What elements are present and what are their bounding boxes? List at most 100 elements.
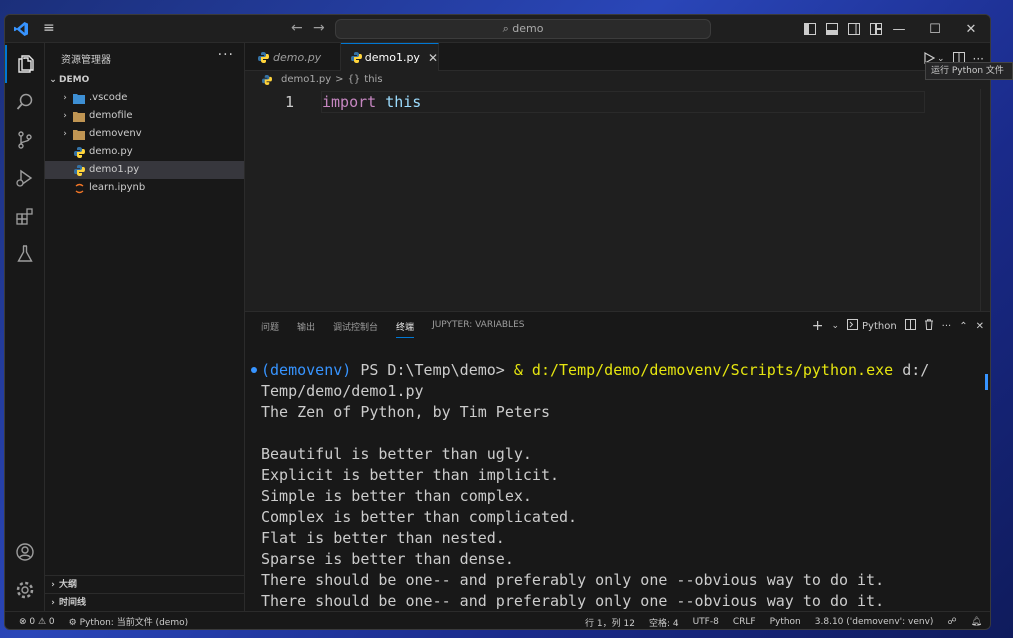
chevron-right-icon: ›	[51, 597, 55, 608]
terminal-line: There should be one-- and preferably onl…	[261, 592, 885, 610]
run-config-label: Python: 当前文件 (demo)	[79, 618, 189, 628]
trash-icon[interactable]	[924, 319, 934, 333]
vscode-folder-icon	[71, 91, 87, 105]
tree-item-demovenv[interactable]: › demovenv	[45, 125, 244, 143]
encoding[interactable]: UTF-8	[693, 617, 719, 627]
terminal-line: Beautiful is better than ugly.	[261, 445, 532, 463]
toggle-panel-icon[interactable]	[823, 20, 841, 38]
cursor-position[interactable]: 行 1，列 12	[585, 616, 635, 629]
close-panel-icon[interactable]: ✕	[976, 321, 984, 332]
terminal-output[interactable]: (demovenv) PS D:\Temp\demo> & d:/Temp/de…	[261, 360, 981, 612]
chevron-right-icon: ›	[63, 111, 67, 121]
terminal-amp: &	[513, 361, 523, 379]
panel-more-icon[interactable]: ···	[942, 321, 952, 332]
nav-forward-icon[interactable]: →	[313, 20, 325, 36]
maximize-panel-icon[interactable]: ⌃	[959, 321, 967, 332]
terminal-exe-path: d:/Temp/demo/demovenv/Scripts/python.exe	[522, 361, 894, 379]
panel-actions: + ⌄ Python ··· ⌃ ✕	[812, 318, 984, 334]
python-file-icon	[351, 51, 363, 65]
sidebar-more-button[interactable]: ···	[218, 47, 234, 63]
chevron-down-icon[interactable]: ⌄	[831, 321, 839, 331]
vscode-logo-icon	[14, 22, 28, 36]
menu-icon[interactable]: ≡	[43, 21, 57, 35]
gear-icon	[16, 581, 34, 599]
timeline-label: 时间线	[59, 597, 87, 608]
tab-output[interactable]: 输出	[297, 320, 315, 338]
editor-tabs: demo.py demo1.py ✕ ⌄ ···	[245, 43, 990, 71]
tree-item-label: demo1.py	[89, 164, 140, 175]
terminal-line: There should be one-- and preferably onl…	[261, 571, 885, 589]
close-window-button[interactable]: ✕	[953, 15, 989, 43]
maximize-button[interactable]: ☐	[917, 15, 953, 43]
python-file-icon	[71, 145, 87, 159]
run-config[interactable]: ⚙ Python: 当前文件 (demo)	[69, 615, 188, 628]
explorer-activity[interactable]	[5, 45, 45, 83]
minimize-button[interactable]: —	[881, 15, 917, 43]
tree-item-demo-py[interactable]: demo.py	[45, 143, 244, 161]
language-mode[interactable]: Python	[770, 617, 801, 627]
split-terminal-icon[interactable]	[904, 319, 916, 333]
tab-debug-console[interactable]: 调试控制台	[333, 320, 378, 338]
tab-demo-py[interactable]: demo.py	[245, 43, 341, 71]
indentation[interactable]: 空格: 4	[649, 616, 679, 629]
editor-scrollbar[interactable]	[980, 89, 981, 311]
tree-item-label: demovenv	[89, 128, 142, 139]
accounts-activity[interactable]	[5, 533, 45, 571]
python-file-icon	[71, 163, 87, 177]
code-line[interactable]: import this	[322, 93, 421, 111]
line-ending[interactable]: CRLF	[733, 617, 756, 627]
terminal-arg-line1: d:/	[893, 361, 930, 379]
symbol-module-icon: {}	[347, 74, 361, 85]
search-activity[interactable]	[5, 83, 45, 121]
nav-back-icon[interactable]: ←	[291, 20, 303, 36]
outline-section[interactable]: › 大纲	[45, 575, 244, 593]
terminal-profile[interactable]: Python	[862, 321, 897, 332]
terminal-line: The Zen of Python, by Tim Peters	[261, 403, 550, 421]
keyword-import: import	[322, 93, 377, 111]
run-debug-activity[interactable]	[5, 159, 45, 197]
tree-item-label: .vscode	[89, 92, 128, 103]
terminal-venv: (demovenv)	[261, 361, 352, 379]
close-icon[interactable]: ✕	[428, 51, 438, 65]
new-terminal-icon[interactable]: +	[812, 318, 824, 334]
feedback-icon[interactable]: ☍	[947, 617, 956, 627]
tree-item-learn-ipynb[interactable]: learn.ipynb	[45, 179, 244, 197]
breadcrumb-symbol[interactable]: this	[364, 71, 382, 89]
terminal-scrollbar[interactable]	[985, 374, 988, 390]
tab-problems[interactable]: 问题	[261, 320, 279, 338]
toggle-secondary-sidebar-icon[interactable]	[845, 20, 863, 38]
search-icon	[16, 93, 33, 110]
tree-item-demo1-py[interactable]: demo1.py	[45, 161, 244, 179]
tree-item-vscode[interactable]: › .vscode	[45, 89, 244, 107]
toggle-sidebar-icon[interactable]	[801, 20, 819, 38]
python-file-icon	[259, 73, 275, 87]
notebook-file-icon	[71, 181, 87, 195]
workspace-root[interactable]: ⌄ DEMO	[45, 71, 244, 89]
bell-icon[interactable]: 🔔︎	[971, 617, 982, 627]
chevron-right-icon: ›	[51, 579, 55, 590]
tab-terminal[interactable]: 终端	[396, 320, 415, 338]
tree-item-demofile[interactable]: › demofile	[45, 107, 244, 125]
terminal-line: Explicit is better than implicit.	[261, 466, 560, 484]
explorer-sidebar: 资源管理器 ··· ⌄ DEMO › .vscode › demofile › …	[45, 43, 245, 611]
timeline-section[interactable]: › 时间线	[45, 593, 244, 611]
tab-demo1-py[interactable]: demo1.py ✕	[341, 43, 439, 71]
breadcrumb-file[interactable]: demo1.py	[281, 71, 331, 89]
source-control-icon	[18, 131, 32, 149]
testing-activity[interactable]	[5, 235, 45, 273]
activity-bar	[5, 43, 45, 611]
debug-run-icon: ⚙	[68, 618, 77, 628]
code-editor[interactable]: 1 import this	[245, 89, 990, 311]
manage-activity[interactable]	[5, 571, 45, 609]
workspace-root-label: DEMO	[59, 75, 90, 85]
chevron-right-icon: ›	[63, 93, 67, 103]
tab-jupyter-variables[interactable]: JUPYTER: VARIABLES	[432, 320, 524, 338]
problems-indicator[interactable]: ⊗ 0 ⚠ 0	[19, 617, 55, 627]
extensions-activity[interactable]	[5, 197, 45, 235]
source-control-activity[interactable]	[5, 121, 45, 159]
outline-label: 大纲	[59, 579, 78, 590]
command-center-search[interactable]: ⌕ demo	[335, 19, 711, 39]
terminal-line: Simple is better than complex.	[261, 487, 532, 505]
python-interpreter[interactable]: 3.8.10 ('demovenv': venv)	[815, 617, 934, 627]
terminal-line: Complex is better than complicated.	[261, 508, 578, 526]
